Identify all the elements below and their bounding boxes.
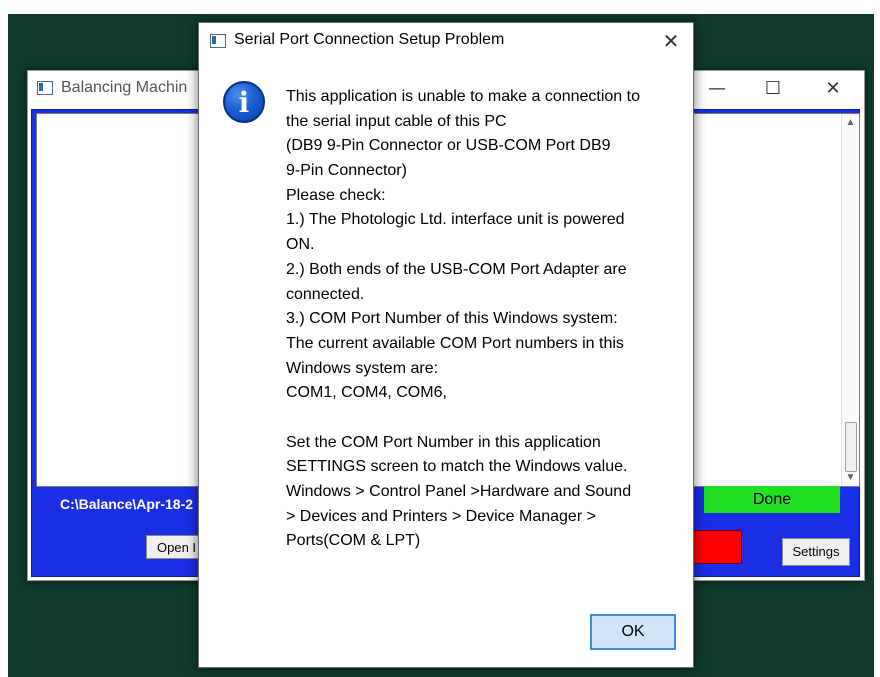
message-line: 9-Pin Connector)	[286, 162, 407, 180]
message-line: (DB9 9-Pin Connector or USB-COM Port DB9	[286, 137, 611, 155]
message-line: Please check:	[286, 186, 386, 204]
dialog-titlebar: Serial Port Connection Setup Problem ✕	[199, 23, 693, 59]
background-window-title: Balancing Machin	[61, 79, 188, 96]
red-status-indicator	[692, 530, 742, 564]
message-line: SETTINGS screen to match the Windows val…	[286, 458, 628, 476]
serial-port-error-dialog: Serial Port Connection Setup Problem ✕ i…	[198, 22, 694, 668]
message-line: Ports(COM & LPT)	[286, 532, 421, 550]
close-icon[interactable]: ✕	[810, 75, 856, 103]
message-line: ON.	[286, 236, 315, 254]
dialog-message: This application is unable to make a con…	[286, 85, 686, 554]
message-line	[286, 406, 686, 431]
vertical-scrollbar[interactable]: ▲ ▼	[841, 114, 859, 486]
message-line: Windows system are:	[286, 359, 439, 377]
message-line: 1.) The Photologic Ltd. interface unit i…	[286, 211, 625, 229]
message-line: 2.) Both ends of the USB-COM Port Adapte…	[286, 260, 627, 278]
maximize-icon[interactable]: ☐	[750, 75, 796, 103]
minimize-icon[interactable]: —	[694, 75, 740, 103]
scroll-up-icon[interactable]: ▲	[842, 114, 859, 131]
message-line: Windows > Control Panel >Hardware and So…	[286, 483, 632, 500]
message-line: Set the COM Port Number in this applicat…	[286, 433, 601, 451]
scroll-down-icon[interactable]: ▼	[842, 469, 859, 486]
message-line: > Devices and Printers > Device Manager …	[286, 507, 596, 525]
message-line: 3.) COM Port Number of this Windows syst…	[286, 310, 618, 328]
dialog-close-icon[interactable]: ✕	[653, 27, 689, 55]
dialog-title: Serial Port Connection Setup Problem	[234, 31, 505, 48]
done-status-indicator: Done	[704, 486, 840, 513]
message-line: The current available COM Port numbers i…	[286, 334, 624, 352]
message-line: the serial input cable of this PC	[286, 112, 507, 130]
app-window-icon	[37, 81, 53, 95]
ok-button[interactable]: OK	[590, 614, 676, 650]
message-line: connected.	[286, 285, 365, 303]
message-line: This application is unable to make a con…	[286, 88, 640, 105]
settings-button[interactable]: Settings	[782, 538, 850, 566]
scroll-thumb[interactable]	[845, 422, 857, 472]
info-icon: i	[223, 81, 265, 123]
file-path-label: C:\Balance\Apr-18-2	[60, 496, 194, 512]
dialog-window-icon	[210, 34, 226, 48]
message-line: COM1, COM4, COM6,	[286, 384, 447, 402]
